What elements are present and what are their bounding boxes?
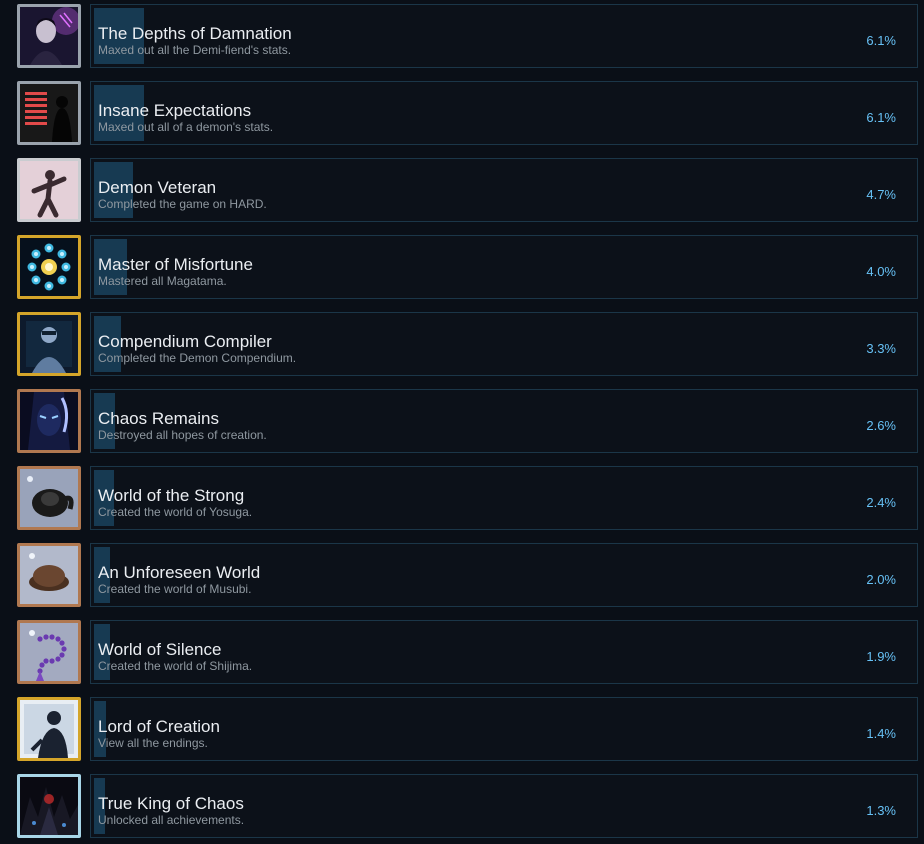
global-unlock-percent: 2.6%: [866, 418, 896, 433]
achievement-description: Completed the game on HARD.: [98, 197, 267, 211]
achievement-title: An Unforeseen World: [98, 563, 261, 582]
achievement-row[interactable]: True King of Chaos Unlocked all achieveme…: [0, 772, 924, 838]
achievement-description: Maxed out all the Demi-fiend's stats.: [98, 43, 292, 57]
chaos-king-icon: [17, 774, 81, 838]
achievement-title: World of the Strong: [98, 486, 245, 505]
achievement-title: Master of Misfortune: [98, 255, 253, 274]
global-unlock-percent: 2.0%: [866, 572, 896, 587]
achievement-description: Destroyed all hopes of creation.: [98, 428, 267, 442]
achievement-description: Completed the Demon Compendium.: [98, 351, 297, 365]
achievement-description: Unlocked all achievements.: [98, 813, 245, 827]
global-unlock-percent: 1.4%: [866, 726, 896, 741]
musubi-hat-icon: [17, 543, 81, 607]
achievement-title: World of Silence: [98, 640, 222, 659]
achievement-row[interactable]: The Depths of Damnation Maxed out all the…: [0, 2, 924, 68]
achievement-row[interactable]: Chaos Remains Destroyed all hopes of crea…: [0, 387, 924, 453]
achievement-row[interactable]: Master of Misfortune Mastered all Magatam…: [0, 233, 924, 299]
creation-figure-icon: [17, 697, 81, 761]
achievement-card: Demon Veteran Completed the game on HARD.…: [90, 158, 918, 222]
achievement-description: Maxed out all of a demon's stats.: [98, 120, 274, 134]
achievement-card: World of Silence Created the world of Shi…: [90, 620, 918, 684]
magatama-ring-icon: [17, 235, 81, 299]
achievement-title: The Depths of Damnation: [98, 24, 292, 43]
global-unlock-percent: 4.7%: [866, 187, 896, 202]
achievement-card: Compendium Compiler Completed the Demon C…: [90, 312, 918, 376]
global-unlock-percent: 6.1%: [866, 110, 896, 125]
achievement-description: Created the world of Shijima.: [98, 659, 253, 673]
achievement-row[interactable]: World of Silence Created the world of Shi…: [0, 618, 924, 684]
achievement-list: The Depths of Damnation Maxed out all the…: [0, 0, 924, 844]
chaos-face-icon: [17, 389, 81, 453]
achievement-card: An Unforeseen World Created the world of …: [90, 543, 918, 607]
demon-silhouette-icon: [17, 81, 81, 145]
achievement-row[interactable]: Demon Veteran Completed the game on HARD.…: [0, 156, 924, 222]
achievement-row[interactable]: World of the Strong Created the world of …: [0, 464, 924, 530]
shijima-beads-icon: [17, 620, 81, 684]
dancing-figure-icon: [17, 158, 81, 222]
achievement-card: World of the Strong Created the world of …: [90, 466, 918, 530]
compendium-figure-icon: [17, 312, 81, 376]
global-unlock-percent: 3.3%: [866, 341, 896, 356]
achievement-card: Master of Misfortune Mastered all Magatam…: [90, 235, 918, 299]
yosuga-helmet-icon: [17, 466, 81, 530]
achievement-card: Insane Expectations Maxed out all of a de…: [90, 81, 918, 145]
achievement-title: Chaos Remains: [98, 409, 219, 428]
achievement-card: Chaos Remains Destroyed all hopes of crea…: [90, 389, 918, 453]
achievement-description: Created the world of Yosuga.: [98, 505, 253, 519]
achievement-card: Lord of Creation View all the endings. 1.4…: [90, 697, 918, 761]
global-unlock-percent: 4.0%: [866, 264, 896, 279]
achievement-description: Mastered all Magatama.: [98, 274, 227, 288]
achievement-title: Lord of Creation: [98, 717, 220, 736]
global-unlock-percent: 6.1%: [866, 33, 896, 48]
achievement-title: True King of Chaos: [98, 794, 244, 813]
achievement-row[interactable]: Lord of Creation View all the endings. 1.4…: [0, 695, 924, 761]
achievement-description: Created the world of Musubi.: [98, 582, 252, 596]
achievement-card: The Depths of Damnation Maxed out all the…: [90, 4, 918, 68]
demi-fiend-portrait-icon: [17, 4, 81, 68]
achievement-title: Demon Veteran: [98, 178, 217, 197]
achievement-description: View all the endings.: [98, 736, 208, 750]
achievement-card: True King of Chaos Unlocked all achieveme…: [90, 774, 918, 838]
achievement-row[interactable]: Insane Expectations Maxed out all of a de…: [0, 79, 924, 145]
global-unlock-percent: 1.3%: [866, 803, 896, 818]
achievement-title: Insane Expectations: [98, 101, 252, 120]
achievement-row[interactable]: Compendium Compiler Completed the Demon C…: [0, 310, 924, 376]
global-unlock-percent: 2.4%: [866, 495, 896, 510]
achievement-title: Compendium Compiler: [98, 332, 272, 351]
achievement-row[interactable]: An Unforeseen World Created the world of …: [0, 541, 924, 607]
global-unlock-percent: 1.9%: [866, 649, 896, 664]
